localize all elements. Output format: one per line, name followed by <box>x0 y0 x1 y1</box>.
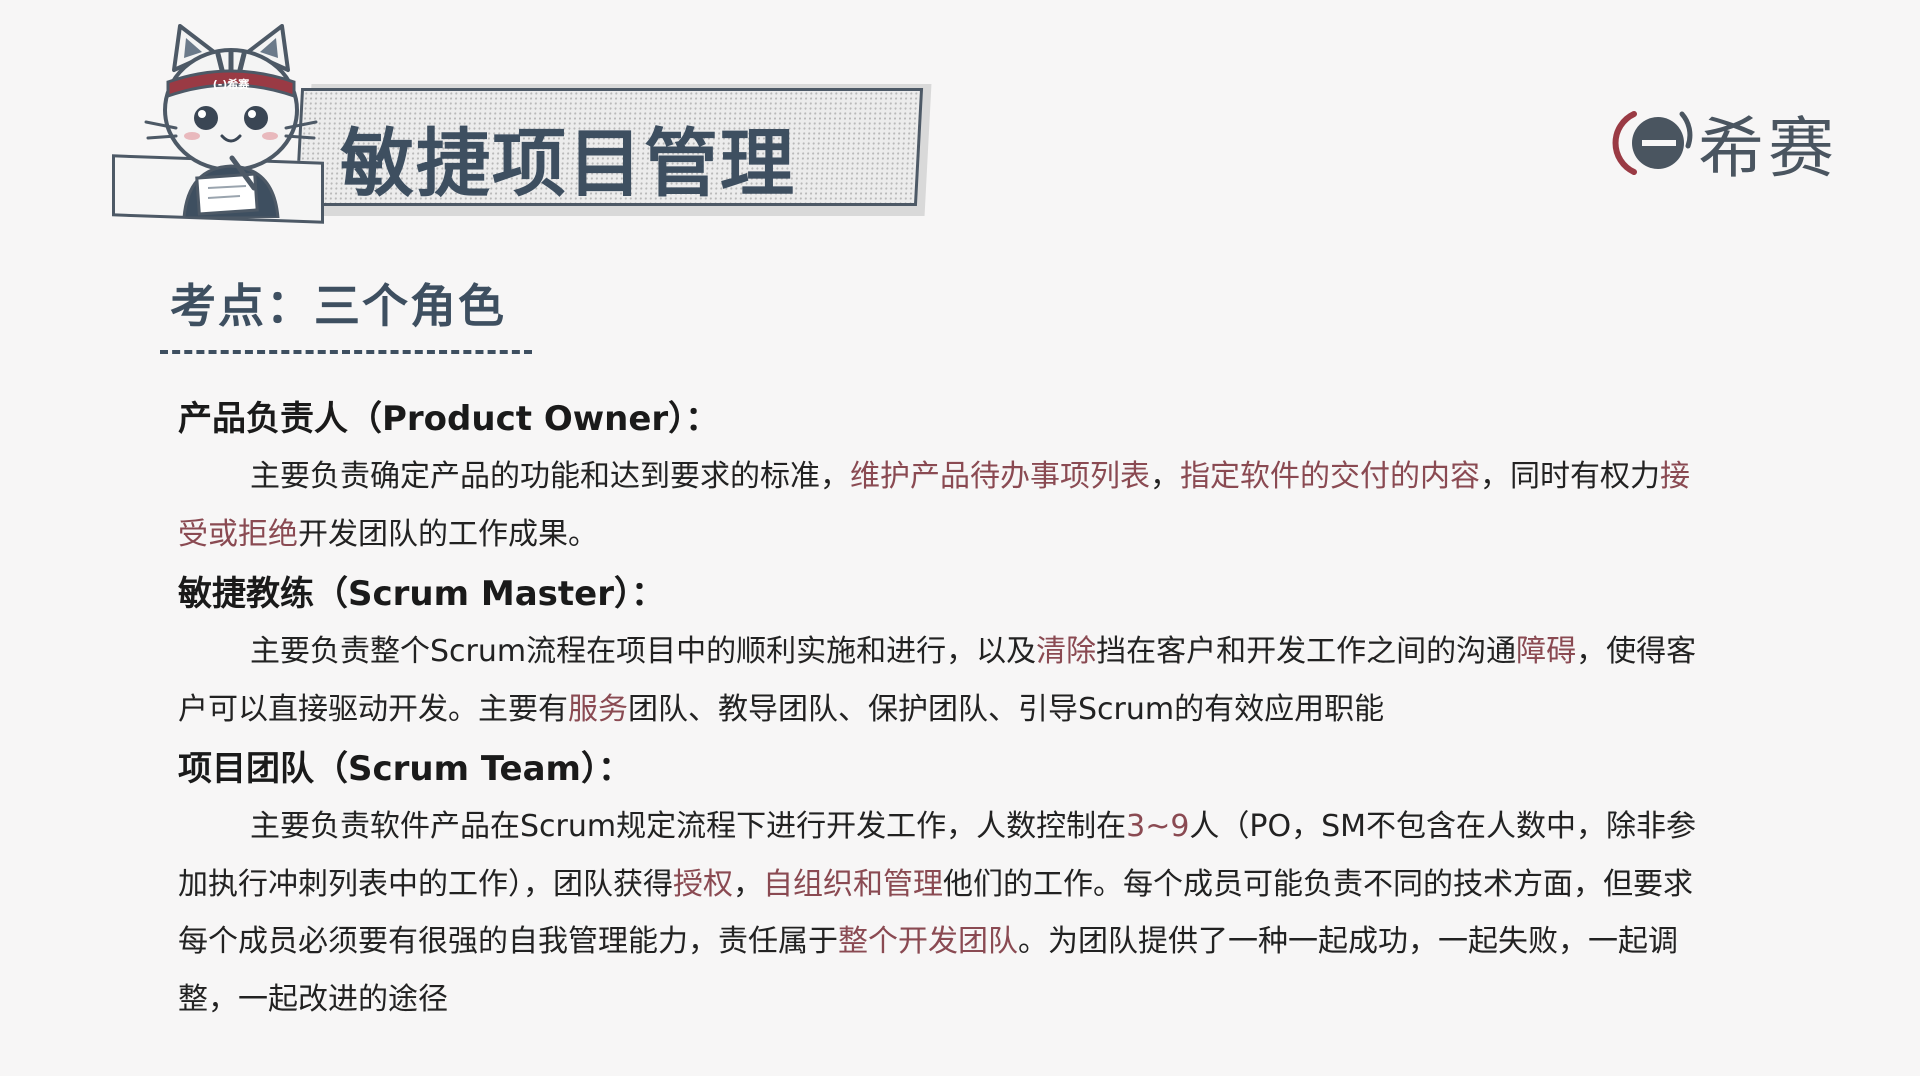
role-block: 项目团队（Scrum Team）： 主要负责软件产品在Scrum规定流程下进行开发… <box>178 740 1698 1028</box>
page-title: 敏捷项目管理 <box>340 121 796 207</box>
description-text: ， <box>1150 459 1180 494</box>
description-text: 主要负责确定产品的功能和达到要求的标准， <box>250 459 850 494</box>
header-banner: 敏捷项目管理 (-)希赛 <box>108 18 932 224</box>
headband-text: (-)希赛 <box>213 77 251 91</box>
brand-logo: 希赛 <box>1608 104 1838 187</box>
highlighted-text: 服务 <box>568 691 628 727</box>
description-text: ， <box>733 866 763 902</box>
description-text: 团队、教导团队、保护团队、引导Scrum的有效应用职能 <box>628 691 1385 727</box>
highlighted-text: 整个开发团队 <box>838 924 1018 959</box>
highlighted-text: 指定软件的交付的内容 <box>1180 459 1480 494</box>
description-text: ，同时有权力 <box>1480 459 1660 494</box>
role-description: 主要负责整个Scrum流程在项目中的顺利实施和进行，以及清除挡在客户和开发工作之… <box>178 623 1698 738</box>
role-description: 主要负责软件产品在Scrum规定流程下进行开发工作，人数控制在3~9人（PO，S… <box>178 798 1698 1028</box>
role-description: 主要负责确定产品的功能和达到要求的标准，维护产品待办事项列表，指定软件的交付的内… <box>178 448 1698 563</box>
description-text: 主要负责整个Scrum流程在项目中的顺利实施和进行，以及 <box>250 634 1037 669</box>
description-text: 挡在客户和开发工作之间的沟通 <box>1096 634 1517 669</box>
roles-content: 产品负责人（Product Owner）： 主要负责确定产品的功能和达到要求的标准… <box>178 390 1698 1030</box>
highlighted-text: 维护产品待办事项列表 <box>850 459 1150 494</box>
role-title: 项目团队（Scrum Team）： <box>178 749 632 789</box>
cat-mascot-icon: (-)希赛 <box>144 24 318 218</box>
highlighted-text: 障碍 <box>1516 634 1577 669</box>
description-text: 主要负责软件产品在Scrum规定流程下进行开发工作，人数控制在 <box>250 809 1127 844</box>
highlighted-text: 授权 <box>673 866 733 902</box>
logo-text: 希赛 <box>1698 110 1838 187</box>
section-title: 考点：三个角色 <box>170 279 506 333</box>
role-block: 产品负责人（Product Owner）： 主要负责确定产品的功能和达到要求的标准… <box>178 390 1698 563</box>
description-text: 开发团队的工作成果。 <box>298 516 598 552</box>
role-title: 敏捷教练（Scrum Master）： <box>178 574 665 614</box>
section-underline <box>160 350 532 354</box>
role-block: 敏捷教练（Scrum Master）： 主要负责整个Scrum流程在项目中的顺利实… <box>178 565 1698 738</box>
highlighted-text: 清除 <box>1036 634 1097 669</box>
role-title: 产品负责人（Product Owner）： <box>178 399 720 439</box>
highlighted-text: 自组织和管理 <box>763 866 943 902</box>
highlighted-text: 3~9 <box>1126 809 1190 844</box>
xisai-logo-icon <box>1612 111 1693 175</box>
